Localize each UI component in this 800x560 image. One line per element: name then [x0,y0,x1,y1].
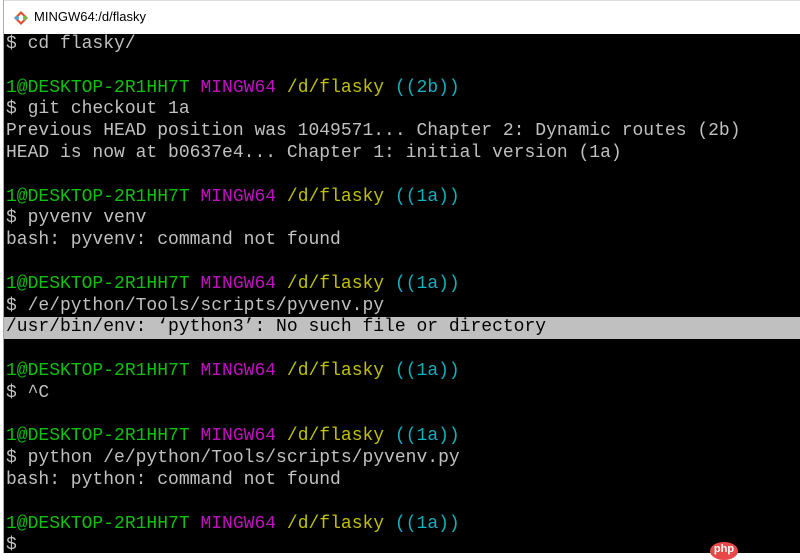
output-line: Previous HEAD position was 1049571... Ch… [4,121,800,143]
prompt-path: /d/flasky [286,513,385,534]
line-text: $ /e/python/Tools/scripts/pyvenv.py [6,295,385,316]
php-watermark-logo: php [710,542,738,560]
output-line: $ cd flasky/ [4,34,800,56]
output-line: bash: python: command not found [4,470,800,492]
terminal-output[interactable]: $ cd flasky/1@DESKTOP-2R1HH7T MINGW64 /d… [4,34,800,555]
output-line: HEAD is now at b0637e4... Chapter 1: ini… [4,143,800,165]
prompt-user-host: 1@DESKTOP-2R1HH7T [6,360,190,381]
prompt-system: MINGW64 [200,186,277,207]
prompt-branch: ((1a)) [394,513,460,534]
output-line: $ ^C [4,383,800,405]
prompt-user-host: 1@DESKTOP-2R1HH7T [6,77,190,98]
prompt-line: 1@DESKTOP-2R1HH7T MINGW64 /d/flasky ((1a… [4,187,800,209]
prompt-path: /d/flasky [286,360,385,381]
line-text: $ cd flasky/ [6,34,136,54]
prompt-branch: ((2b)) [394,77,460,98]
output-line: /usr/bin/env: ‘python3’: No such file or… [4,317,800,340]
prompt-user-host: 1@DESKTOP-2R1HH7T [6,513,190,534]
prompt-system: MINGW64 [200,426,277,447]
title-bar[interactable]: MINGW64:/d/flasky [4,0,800,35]
prompt-branch: ((1a)) [394,273,460,294]
line-text: Previous HEAD position was 1049571... Ch… [6,121,741,142]
prompt-branch: ((1a)) [394,426,460,447]
prompt-line: 1@DESKTOP-2R1HH7T MINGW64 /d/flasky ((1a… [4,361,800,383]
output-line: $ git checkout 1a [4,99,800,121]
prompt-branch: ((1a)) [394,360,460,381]
prompt-system: MINGW64 [200,513,277,534]
line-text: bash: python: command not found [6,469,341,490]
prompt-line: 1@DESKTOP-2R1HH7T MINGW64 /d/flasky ((1a… [4,426,800,448]
prompt-user-host: 1@DESKTOP-2R1HH7T [6,273,190,294]
prompt-system: MINGW64 [200,77,277,98]
line-text: $ python /e/python/Tools/scripts/pyvenv.… [6,448,460,469]
output-line: $ pyvenv venv [4,208,800,230]
line-text: $ git checkout 1a [6,99,190,120]
prompt-system: MINGW64 [200,273,277,294]
output-line: $ [4,535,800,557]
output-line: $ python /e/python/Tools/scripts/pyvenv.… [4,448,800,470]
prompt-system: MINGW64 [200,360,277,381]
prompt-line: 1@DESKTOP-2R1HH7T MINGW64 /d/flasky ((1a… [4,514,800,536]
output-line: bash: pyvenv: command not found [4,230,800,252]
window-title: MINGW64:/d/flasky [34,9,146,24]
line-text: $ [6,535,17,556]
line-text: $ pyvenv venv [6,208,147,229]
prompt-branch: ((1a)) [394,186,460,207]
terminal-window: MINGW64:/d/flasky $ cd flasky/1@DESKTOP-… [3,0,800,555]
git-bash-icon [14,11,28,25]
line-text: /usr/bin/env: ‘python3’: No such file or… [6,317,547,338]
line-text: bash: pyvenv: command not found [6,230,341,251]
prompt-line: 1@DESKTOP-2R1HH7T MINGW64 /d/flasky ((2b… [4,78,800,100]
line-text: HEAD is now at b0637e4... Chapter 1: ini… [6,142,622,163]
prompt-path: /d/flasky [286,426,385,447]
output-line: $ /e/python/Tools/scripts/pyvenv.py [4,296,800,318]
line-text: $ ^C [6,382,50,403]
prompt-path: /d/flasky [286,77,385,98]
prompt-path: /d/flasky [286,186,385,207]
prompt-path: /d/flasky [286,273,385,294]
prompt-user-host: 1@DESKTOP-2R1HH7T [6,186,190,207]
prompt-user-host: 1@DESKTOP-2R1HH7T [6,426,190,447]
prompt-line: 1@DESKTOP-2R1HH7T MINGW64 /d/flasky ((1a… [4,274,800,296]
